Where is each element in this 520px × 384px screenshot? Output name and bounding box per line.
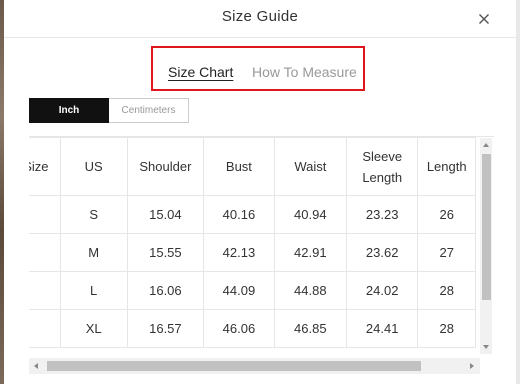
table-cell: 15.55 [126,233,205,272]
column-header: Size [29,137,61,196]
unit-inch-button[interactable]: Inch [29,98,109,123]
table-cell: 40.16 [203,195,275,234]
table-cell: 26 [417,195,476,234]
column-header: Bust [203,137,275,196]
tab-how-to-measure[interactable]: How To Measure [252,64,357,80]
scroll-up-icon[interactable] [483,143,489,147]
unit-toggle: Inch Centimeters [29,98,189,123]
column-header: Shoulder [126,137,205,196]
table-cell: 24.02 [345,271,419,310]
table-row: L 16.06 44.09 44.88 24.02 28 [29,271,476,310]
scroll-left-icon[interactable] [34,363,38,369]
table-cell: L [59,271,128,310]
scroll-down-icon[interactable] [483,345,489,349]
table-cell [29,271,61,310]
table-row: S 15.04 40.16 40.94 23.23 26 [29,195,476,234]
size-guide-modal: Size Guide Size Chart How To Measure Inc… [4,0,516,384]
background-page-right [516,0,520,384]
table-row: M 15.55 42.13 42.91 23.62 27 [29,233,476,272]
modal-header: Size Guide [4,0,516,38]
tab-size-chart[interactable]: Size Chart [168,64,233,80]
scroll-right-icon[interactable] [470,363,474,369]
table-header-row: Size US Shoulder Bust Waist Sleeve Lengt… [29,137,476,196]
table-cell: 23.23 [345,195,419,234]
close-icon[interactable] [474,9,494,29]
table-cell: 23.62 [345,233,419,272]
table-cell: 27 [417,233,476,272]
table-cell: 44.88 [273,271,347,310]
table-cell: 28 [417,271,476,310]
table-cell: 24.41 [345,309,419,348]
table-cell: 42.91 [273,233,347,272]
tab-bar: Size Chart How To Measure [151,46,365,91]
table-cell: S [59,195,128,234]
table-cell: 40.94 [273,195,347,234]
column-header: Length [417,137,476,196]
size-table: Size US Shoulder Bust Waist Sleeve Lengt… [29,137,476,348]
table-row: XL 16.57 46.06 46.85 24.41 28 [29,309,476,348]
table-cell: 15.04 [126,195,205,234]
table-cell: 42.13 [203,233,275,272]
size-table-viewport: Size US Shoulder Bust Waist Sleeve Lengt… [29,136,494,374]
horizontal-scroll-thumb[interactable] [47,361,421,371]
table-cell [29,195,61,234]
column-header: US [59,137,128,196]
horizontal-scrollbar[interactable] [29,358,480,374]
table-cell: 28 [417,309,476,348]
table-cell: 46.06 [203,309,275,348]
modal-title: Size Guide [221,8,299,25]
table-cell: 44.09 [203,271,275,310]
table-cell [29,309,61,348]
vertical-scrollbar[interactable] [480,138,492,354]
table-cell: 16.57 [126,309,205,348]
column-header: Sleeve Length [345,137,419,196]
unit-centimeters-button[interactable]: Centimeters [109,98,189,123]
table-cell: 46.85 [273,309,347,348]
column-header: Waist [273,137,347,196]
table-cell: XL [59,309,128,348]
table-cell: 16.06 [126,271,205,310]
vertical-scroll-thumb[interactable] [482,154,491,300]
table-cell: M [59,233,128,272]
table-cell [29,233,61,272]
